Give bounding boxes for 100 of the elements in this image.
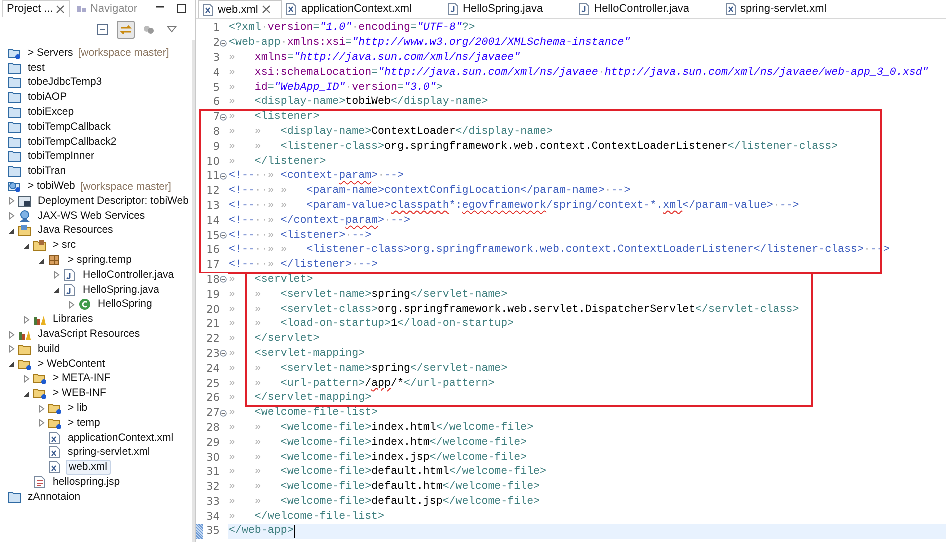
- java-file-icon: [63, 284, 77, 297]
- fold-icon[interactable]: [220, 172, 227, 180]
- tree-item[interactable]: > tobiWeb: [26, 180, 78, 194]
- tree-item[interactable]: Deployment Descriptor: tobiWeb: [36, 194, 191, 208]
- line-number: 30: [206, 452, 220, 464]
- tree-item[interactable]: tobiTempInner: [26, 150, 97, 164]
- line-number: 32: [206, 481, 220, 494]
- line-number: 5: [213, 82, 220, 94]
- code-line: » <welcome-file-list>: [228, 407, 378, 420]
- expand-icon[interactable]: [7, 211, 17, 222]
- code-line: » id="WebApp_ID"·version="3.0">: [228, 82, 443, 94]
- tree-item[interactable]: HelloSpring: [96, 298, 154, 312]
- code-line: » » <listener-class>org.springframework.web.context.ContextLoaderListener</listener-class>: [228, 140, 838, 153]
- close-icon[interactable]: [262, 5, 272, 14]
- tree-item[interactable]: tobeJdbcTemp3: [26, 76, 104, 90]
- tree-item[interactable]: applicationContext.xml: [66, 432, 176, 445]
- maximize-icon[interactable]: [177, 4, 187, 14]
- collapse-all-icon: [97, 24, 109, 36]
- tree-item[interactable]: HelloController.java: [81, 268, 176, 282]
- code-line: » » <welcome-file>default.jsp</welcome-file>: [228, 496, 540, 508]
- line-number: 12: [206, 185, 220, 198]
- fold-icon[interactable]: [220, 40, 227, 47]
- tree-item[interactable]: > lib: [66, 402, 90, 416]
- project-folder-icon: [8, 150, 22, 164]
- tree-item[interactable]: spring-servlet.xml: [66, 446, 152, 460]
- tree-item[interactable]: tobiTran: [26, 165, 68, 178]
- tree-item[interactable]: build: [36, 342, 62, 356]
- close-icon[interactable]: [56, 4, 66, 14]
- web-service-icon: [18, 210, 32, 223]
- tree-item[interactable]: > Servers: [26, 46, 76, 60]
- project-folder-icon: [8, 136, 22, 149]
- expand-icon[interactable]: [22, 314, 32, 325]
- java-file-icon: [448, 3, 460, 15]
- tree-item[interactable]: JavaScript Resources: [36, 328, 142, 342]
- folder-icon: [33, 372, 47, 386]
- expand-icon[interactable]: [37, 404, 47, 414]
- line-number: 33: [206, 496, 220, 508]
- folder-icon: [18, 358, 32, 371]
- tree-item[interactable]: > temp: [66, 416, 102, 430]
- line-number: 22: [206, 333, 220, 346]
- view-tab[interactable]: Project ...: [2, 0, 70, 17]
- code-line: » » <load-on-startup>1</load-on-startup>: [228, 318, 514, 330]
- project-folder-icon: [8, 106, 22, 120]
- line-number: 29: [206, 436, 220, 449]
- expand-icon[interactable]: [52, 270, 62, 280]
- expand-icon[interactable]: [7, 330, 17, 340]
- tree-item[interactable]: Libraries: [51, 313, 96, 326]
- expand-icon[interactable]: [37, 418, 47, 428]
- tree-item[interactable]: > META-INF: [51, 372, 113, 386]
- tree-item[interactable]: JAX-WS Web Services: [36, 210, 148, 223]
- project-folder-icon: [8, 62, 22, 75]
- fold-icon[interactable]: [220, 350, 227, 358]
- tree-item[interactable]: tobiExcep: [26, 106, 76, 120]
- tree-item[interactable]: > src: [51, 239, 78, 252]
- tree-item[interactable]: tobiTempCallback2: [26, 136, 119, 149]
- resources-folder-icon: [18, 224, 32, 238]
- tree-item[interactable]: web.xml: [66, 460, 111, 476]
- code-line: <!--··» » <param-value>classpath*:egovframework/spring/context-*.xml</param-value>·-->: [228, 200, 800, 212]
- tree-item[interactable]: > WebContent: [36, 358, 108, 371]
- tree-item[interactable]: HelloSpring.java: [81, 284, 162, 297]
- source-folder-icon: [33, 239, 47, 252]
- line-number: 26: [206, 392, 220, 404]
- xml-file-icon: [48, 432, 62, 445]
- folder-icon: [33, 387, 47, 400]
- code-line: » <display-name>tobiWeb</display-name>: [228, 96, 488, 108]
- tree-item[interactable]: hellospring.jsp: [51, 476, 122, 489]
- expand-icon[interactable]: [67, 300, 77, 310]
- repository-label: [workspace master]: [78, 47, 170, 60]
- code-line: » » <servlet-class>org.springframework.web.servlet.DispatcherServlet</servlet-class>: [228, 304, 800, 316]
- code-line: » <servlet-mapping>: [228, 348, 366, 360]
- jsp-file-icon: [33, 476, 47, 489]
- tree-item[interactable]: tobiTempCallback: [26, 120, 113, 134]
- line-number: 24: [206, 362, 220, 375]
- line-number: 1: [213, 22, 220, 34]
- code-line: » </servlet-mapping>: [228, 392, 372, 404]
- tree-item[interactable]: > WEB-INF: [51, 387, 108, 400]
- editor-tab[interactable]: web.xml: [198, 0, 282, 18]
- line-number: 34: [206, 510, 220, 523]
- folder-icon: [48, 416, 62, 430]
- expand-icon[interactable]: [22, 374, 32, 384]
- fold-icon[interactable]: [220, 276, 227, 284]
- fold-icon[interactable]: [220, 410, 227, 417]
- tree-item[interactable]: zAnnotaion: [26, 490, 83, 504]
- tree-item[interactable]: > spring.temp: [66, 254, 134, 268]
- fold-icon[interactable]: [220, 114, 227, 121]
- fold-icon[interactable]: [220, 232, 227, 240]
- xml-file-icon: [203, 4, 214, 16]
- tree-item[interactable]: test: [26, 62, 47, 75]
- line-number: 15: [206, 230, 220, 242]
- expand-icon[interactable]: [7, 344, 17, 354]
- code-line: <!--··» » <param-name>contextConfigLocation</param-name>·-->: [228, 185, 631, 198]
- line-number: 27: [206, 407, 220, 420]
- scrollbar[interactable]: [192, 40, 195, 542]
- code-line: <!--··» </context-param>·-->: [228, 214, 410, 227]
- folder-icon: [18, 342, 32, 356]
- tree-item[interactable]: Java Resources: [36, 224, 116, 238]
- line-number: 11: [206, 170, 220, 182]
- project-folder-icon: [8, 490, 22, 504]
- tree-item[interactable]: tobiAOP: [26, 91, 70, 104]
- expand-icon[interactable]: [7, 196, 17, 206]
